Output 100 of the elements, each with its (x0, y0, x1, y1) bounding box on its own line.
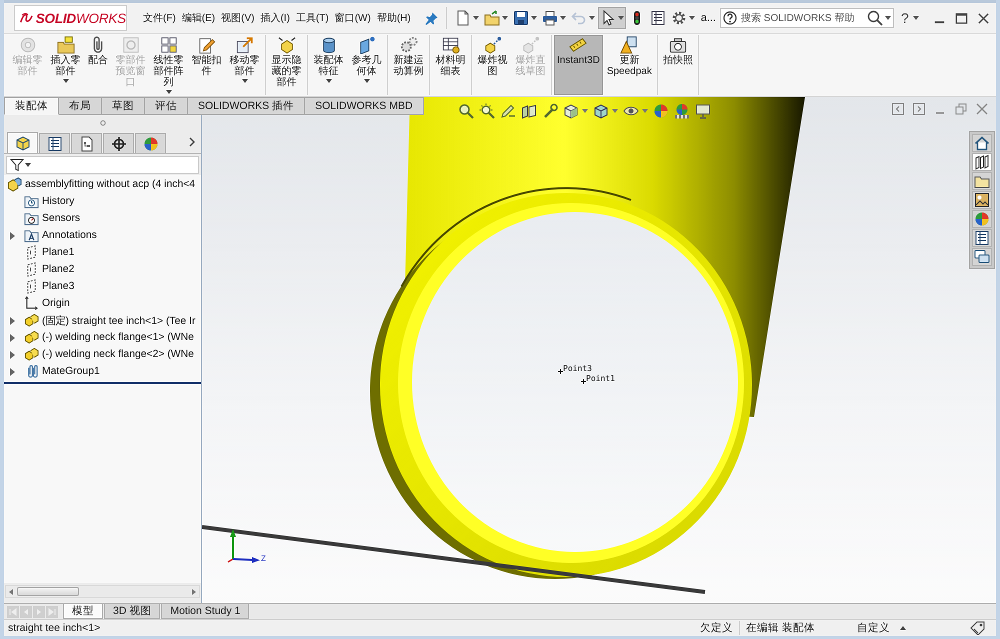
restore-icon[interactable] (955, 103, 967, 115)
ribbon-button[interactable]: 爆炸视图 (474, 35, 511, 95)
pencil-icon[interactable] (500, 103, 516, 119)
point-label[interactable]: Point3 (563, 364, 592, 373)
tree-item[interactable]: (固定) straight tee inch<1> (Tee Ir (4, 312, 201, 329)
tree-item[interactable]: Origin (4, 295, 201, 312)
scene-icon[interactable] (674, 103, 690, 119)
caret-icon[interactable] (582, 109, 588, 113)
select-button[interactable] (598, 7, 626, 29)
book-icon[interactable] (521, 103, 537, 119)
caret-icon[interactable] (885, 16, 891, 20)
scroll-left-icon[interactable] (9, 588, 13, 594)
command-tab[interactable]: 布局 (59, 97, 102, 115)
tree-item[interactable]: Sensors (4, 210, 201, 227)
close-icon[interactable] (977, 12, 990, 24)
task-pane-tab[interactable] (972, 134, 992, 152)
monitor-icon[interactable] (695, 103, 711, 119)
caret-icon[interactable] (642, 109, 648, 113)
document-tab[interactable]: Motion Study 1 (161, 604, 250, 619)
filter-field[interactable] (6, 156, 199, 174)
chat-icon (974, 249, 990, 265)
panel-tab[interactable] (39, 133, 70, 153)
point-marker-icon[interactable] (558, 369, 563, 374)
ribbon-button[interactable]: 材料明细表 (432, 35, 469, 95)
tree-item[interactable]: Annotations (4, 227, 201, 244)
help-button[interactable]: ? (899, 10, 921, 26)
document-tab[interactable]: 3D 视图 (104, 604, 160, 619)
maximize-icon[interactable] (955, 12, 968, 24)
caret-icon (25, 163, 31, 167)
task-pane-tab[interactable] (972, 229, 992, 247)
ribbon-button[interactable]: 拍快照 (660, 35, 696, 95)
menu-item[interactable]: 窗口(W) (334, 9, 371, 27)
splitter-handle-icon[interactable] (100, 120, 106, 126)
tree-item[interactable]: (-) welding neck flange<1> (WNe (4, 329, 201, 346)
color-ball-icon[interactable] (653, 103, 669, 119)
panel-tab[interactable] (71, 133, 102, 153)
tree-item[interactable]: Plane2 (4, 261, 201, 278)
caret-up-icon[interactable] (900, 626, 906, 630)
pin-icon[interactable] (424, 12, 438, 24)
menu-item[interactable]: 视图(V) (221, 9, 254, 27)
menu-item[interactable]: 文件(F) (143, 9, 176, 27)
ribbon-button[interactable]: 装配体特征 (310, 35, 347, 95)
expand-arrow-icon[interactable] (10, 350, 15, 358)
tree-item[interactable]: MateGroup1 (4, 363, 201, 380)
ribbon-button[interactable]: 线性零部件阵列 (150, 35, 187, 95)
document-tab[interactable]: 模型 (63, 604, 103, 619)
panel-right-icon[interactable] (913, 103, 925, 115)
point-label[interactable]: Point1 (586, 374, 615, 383)
ribbon-button[interactable]: 参考几何体 (348, 35, 385, 95)
command-tab[interactable]: 评估 (145, 97, 188, 115)
menu-item[interactable]: 插入(I) (260, 9, 290, 27)
ribbon-button[interactable]: 配合 (85, 35, 111, 95)
ribbon-button[interactable]: 智能扣件 (188, 35, 225, 95)
ribbon-button[interactable]: 移动零部件 (226, 35, 263, 95)
menu-item[interactable]: 帮助(H) (376, 9, 411, 27)
tree-item[interactable]: (-) welding neck flange<2> (WNe (4, 346, 201, 363)
expand-arrow-icon[interactable] (10, 334, 15, 342)
chevron-right-icon[interactable] (189, 137, 195, 147)
ribbon-button[interactable]: 更新 Speedpak (604, 35, 655, 95)
menu-item[interactable]: 编辑(E) (182, 9, 216, 27)
ribbon-button[interactable]: 插入零部件 (47, 35, 84, 95)
panel-tab[interactable] (7, 132, 38, 153)
zoom-icon[interactable] (458, 103, 474, 119)
menu-item[interactable]: 工具(T) (296, 9, 329, 27)
ribbon-button[interactable]: 新建运动算例 (390, 35, 427, 95)
ribbon-button[interactable]: 显示隐藏的零部件 (268, 35, 305, 95)
scrollbar-thumb[interactable] (17, 587, 79, 596)
tag-icon[interactable] (970, 621, 986, 635)
search-icon[interactable] (867, 10, 883, 26)
caret-icon[interactable] (612, 109, 618, 113)
panel-tab[interactable] (103, 133, 134, 153)
tree-item[interactable]: assemblyfitting without acp (4 inch<4 (4, 176, 201, 193)
window-title: a... (700, 12, 716, 24)
expand-arrow-icon[interactable] (10, 316, 15, 324)
command-tab[interactable]: 草图 (102, 97, 145, 115)
expand-arrow-icon[interactable] (10, 368, 15, 376)
task-pane-tab[interactable] (972, 191, 992, 209)
task-pane-tab[interactable] (972, 153, 992, 171)
task-pane-tab[interactable] (972, 172, 992, 190)
command-tab[interactable]: 装配体 (4, 97, 59, 115)
caret-icon (364, 79, 370, 83)
scroll-right-icon[interactable] (192, 588, 196, 594)
ribbon-button[interactable]: Instant3D (554, 35, 603, 95)
search-field[interactable]: 搜索 SOLIDWORKS 帮助 (720, 8, 894, 28)
command-tab[interactable]: SOLIDWORKS MBD (305, 97, 424, 115)
caret-icon (530, 16, 537, 20)
expand-arrow-icon[interactable] (10, 232, 15, 240)
tree-item[interactable]: History (4, 193, 201, 210)
gear-icon (670, 10, 687, 26)
key-icon[interactable] (542, 103, 558, 119)
undo-icon (570, 10, 587, 26)
tree-item[interactable]: Plane3 (4, 278, 201, 295)
tree-item[interactable]: Plane1 (4, 244, 201, 261)
command-tab[interactable]: SOLIDWORKS 插件 (188, 97, 306, 115)
zoom-area-icon[interactable] (479, 103, 495, 119)
point-marker-icon[interactable] (581, 379, 586, 384)
panel-left-icon[interactable] (892, 103, 904, 115)
logo-panel[interactable]: SOLIDWORKS (14, 5, 127, 31)
task-pane-tab[interactable] (972, 248, 992, 266)
scrollbar[interactable] (5, 585, 200, 598)
